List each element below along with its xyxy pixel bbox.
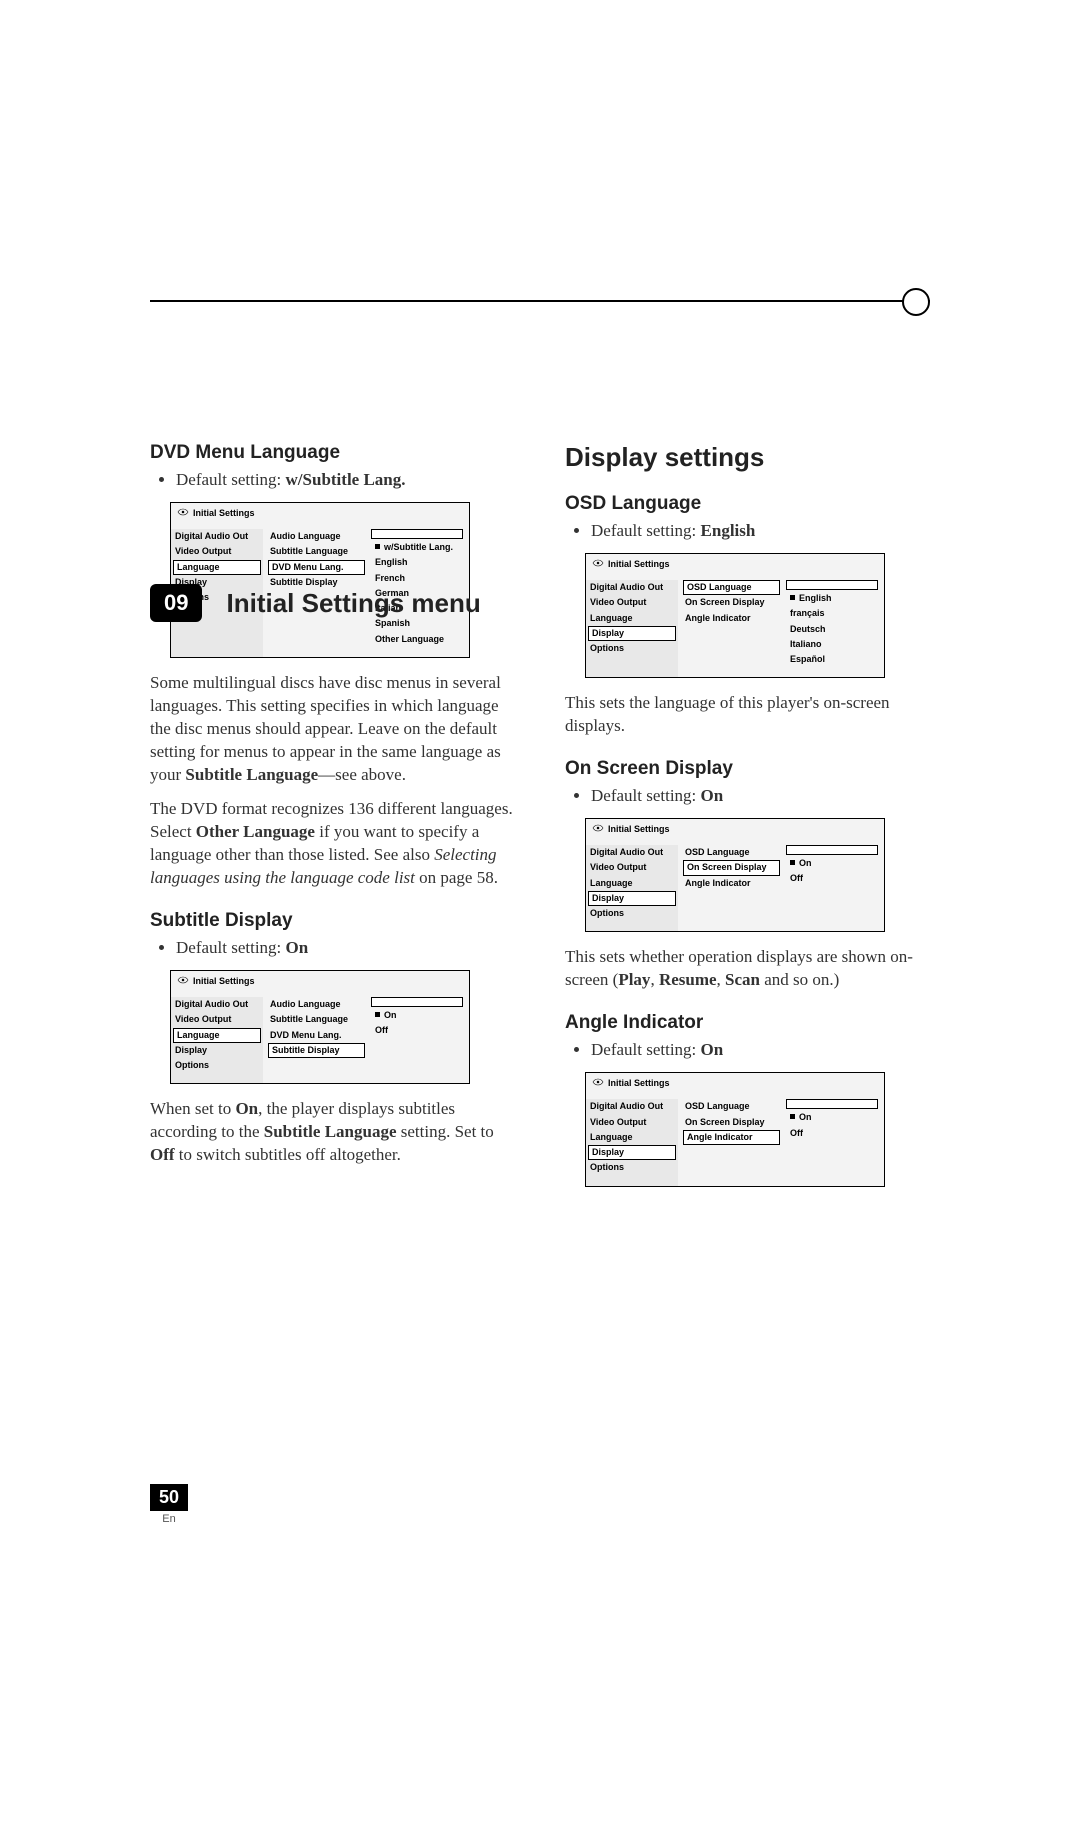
- subtitle-display-default: Default setting: On: [176, 938, 515, 958]
- osd-setting-item: DVD Menu Lang.: [266, 1028, 367, 1043]
- osd-on-screen-display: Initial SettingsDigital Audio OutVideo O…: [585, 818, 885, 932]
- page-number: 50 En: [150, 1484, 188, 1525]
- osd-setting-item: Subtitle Language: [266, 544, 367, 559]
- dvd-menu-para2: The DVD format recognizes 136 different …: [150, 798, 515, 890]
- osd-option: français: [786, 606, 884, 621]
- osd-option: On: [786, 856, 884, 871]
- osd-option: Español: [786, 652, 884, 667]
- osd-title: Initial Settings: [586, 819, 884, 845]
- left-column: DVD Menu Language Default setting: w/Sub…: [150, 442, 515, 1201]
- osd-nav-item: Video Output: [171, 1012, 263, 1027]
- osd-nav-item: Language: [586, 876, 678, 891]
- osd-value-frame: [786, 1099, 878, 1109]
- osd-nav-item: Video Output: [586, 860, 678, 875]
- osd-option: Off: [371, 1023, 469, 1038]
- osd-setting-item: OSD Language: [683, 580, 780, 595]
- eye-icon: [592, 1077, 604, 1089]
- osd-nav-item: Display: [171, 1043, 263, 1058]
- osd-setting-item: Audio Language: [266, 529, 367, 544]
- display-settings-heading: Display settings: [565, 442, 930, 473]
- osd-option: Italiano: [786, 637, 884, 652]
- osd-option: On: [786, 1110, 884, 1125]
- page-lang: En: [150, 1513, 188, 1525]
- eye-icon: [177, 507, 189, 519]
- header-rule: [150, 300, 930, 302]
- chapter-header: 09 Initial Settings menu: [150, 584, 481, 622]
- osd-option: Off: [786, 871, 884, 886]
- osd-nav-item: Language: [586, 1130, 678, 1145]
- dvd-menu-para1: Some multilingual discs have disc menus …: [150, 672, 515, 787]
- on-screen-display-default: Default setting: On: [591, 786, 930, 806]
- osd-option: w/Subtitle Lang.: [371, 540, 469, 555]
- osd-language-heading: OSD Language: [565, 493, 930, 515]
- osd-value-frame: [371, 529, 463, 539]
- dvd-menu-default: Default setting: w/Subtitle Lang.: [176, 470, 515, 490]
- dvd-menu-heading: DVD Menu Language: [150, 442, 515, 464]
- osd-nav-item: Options: [586, 1160, 678, 1175]
- osd-nav-item: Digital Audio Out: [171, 997, 263, 1012]
- chapter-number: 09: [150, 584, 202, 622]
- osd-setting-item: Angle Indicator: [681, 876, 782, 891]
- osd-nav-item: Digital Audio Out: [586, 845, 678, 860]
- eye-icon: [177, 975, 189, 987]
- osd-setting-item: On Screen Display: [683, 860, 780, 875]
- osd-setting-item: OSD Language: [681, 1099, 782, 1114]
- osd-setting-item: On Screen Display: [681, 595, 782, 610]
- osd-option: English: [371, 555, 469, 570]
- osd-nav-item: Display: [588, 891, 676, 906]
- osd-nav-item: Language: [173, 560, 261, 575]
- osd-setting-item: OSD Language: [681, 845, 782, 860]
- osd-angle-indicator: Initial SettingsDigital Audio OutVideo O…: [585, 1072, 885, 1186]
- osd-subtitle-display: Initial SettingsDigital Audio OutVideo O…: [170, 970, 470, 1084]
- angle-indicator-default: Default setting: On: [591, 1040, 930, 1060]
- osd-nav-item: Language: [173, 1028, 261, 1043]
- osd-title: Initial Settings: [171, 503, 469, 529]
- osd-setting-item: Angle Indicator: [683, 1130, 780, 1145]
- osd-setting-item: DVD Menu Lang.: [268, 560, 365, 575]
- osd-option: Off: [786, 1126, 884, 1141]
- osd-nav-item: Video Output: [586, 595, 678, 610]
- osd-title: Initial Settings: [586, 554, 884, 580]
- osd-nav-item: Digital Audio Out: [171, 529, 263, 544]
- osd-value-frame: [786, 845, 878, 855]
- osd-language-default: Default setting: English: [591, 521, 930, 541]
- osd-nav-item: Display: [588, 626, 676, 641]
- osd-nav-item: Video Output: [586, 1115, 678, 1130]
- osd-setting-item: On Screen Display: [681, 1115, 782, 1130]
- osd-language-para: This sets the language of this player's …: [565, 692, 930, 738]
- osd-option: English: [786, 591, 884, 606]
- osd-option: Other Language: [371, 632, 469, 647]
- osd-nav-item: Digital Audio Out: [586, 580, 678, 595]
- osd-setting-item: Angle Indicator: [681, 611, 782, 626]
- osd-value-frame: [371, 997, 463, 1007]
- osd-nav-item: Language: [586, 611, 678, 626]
- osd-title: Initial Settings: [586, 1073, 884, 1099]
- on-screen-display-heading: On Screen Display: [565, 758, 930, 780]
- osd-nav-item: Video Output: [171, 544, 263, 559]
- osd-title: Initial Settings: [171, 971, 469, 997]
- subtitle-display-para: When set to On, the player displays subt…: [150, 1098, 515, 1167]
- osd-dvd-menu: Initial SettingsDigital Audio OutVideo O…: [170, 502, 470, 658]
- chapter-title: Initial Settings menu: [226, 588, 480, 619]
- right-column: Display settings OSD Language Default se…: [565, 442, 930, 1201]
- eye-icon: [592, 823, 604, 835]
- osd-nav-item: Options: [171, 1058, 263, 1073]
- page-number-box: 50: [150, 1484, 188, 1511]
- osd-option: Deutsch: [786, 622, 884, 637]
- eye-icon: [592, 558, 604, 570]
- osd-value-frame: [786, 580, 878, 590]
- angle-indicator-heading: Angle Indicator: [565, 1012, 930, 1034]
- on-screen-display-para: This sets whether operation displays are…: [565, 946, 930, 992]
- osd-setting-item: Subtitle Display: [268, 1043, 365, 1058]
- osd-nav-item: Digital Audio Out: [586, 1099, 678, 1114]
- osd-nav-item: Options: [586, 906, 678, 921]
- osd-nav-item: Options: [586, 641, 678, 656]
- osd-setting-item: Audio Language: [266, 997, 367, 1012]
- osd-nav-item: Display: [588, 1145, 676, 1160]
- osd-setting-item: Subtitle Language: [266, 1012, 367, 1027]
- osd-osd-language: Initial SettingsDigital Audio OutVideo O…: [585, 553, 885, 678]
- osd-option: On: [371, 1008, 469, 1023]
- subtitle-display-heading: Subtitle Display: [150, 910, 515, 932]
